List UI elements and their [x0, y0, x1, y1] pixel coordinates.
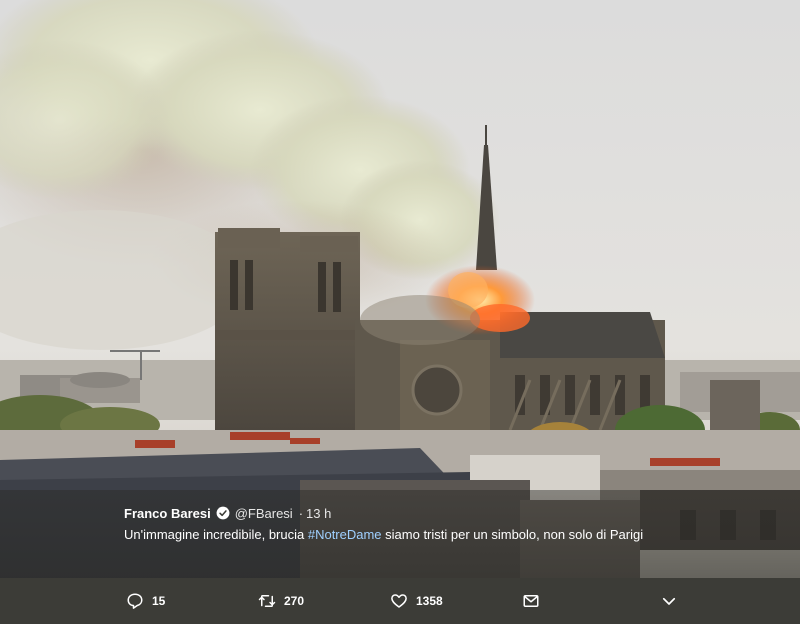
heart-icon	[391, 594, 407, 608]
reply-count: 15	[152, 594, 166, 608]
more-options-button[interactable]	[660, 591, 686, 611]
like-button[interactable]: 1358	[390, 591, 443, 611]
reply-button[interactable]: 15	[126, 591, 165, 611]
tweet-timestamp[interactable]: 13 h	[306, 506, 331, 521]
chevron-down-icon	[662, 597, 676, 605]
envelope-icon	[523, 595, 539, 607]
verified-badge-icon	[216, 506, 230, 520]
direct-message-button[interactable]	[522, 591, 548, 611]
tweet-text-part2: siamo tristi per un simbolo, non solo di…	[381, 527, 644, 542]
author-handle[interactable]: @FBaresi	[235, 506, 293, 521]
tweet-header: Franco Baresi @FBaresi · 13 h	[124, 504, 331, 522]
tweet-action-bar: 15 270 1358	[0, 578, 800, 624]
retweet-count: 270	[284, 594, 305, 608]
header-separator: ·	[298, 505, 304, 521]
reply-icon	[127, 593, 143, 609]
retweet-icon	[258, 595, 276, 607]
tweet-text-part1: Un'immagine incredibile, brucia	[124, 527, 308, 542]
like-count: 1358	[416, 594, 443, 608]
author-name[interactable]: Franco Baresi	[124, 506, 211, 521]
hashtag-link[interactable]: #NotreDame	[308, 527, 382, 542]
tweet-text: Un'immagine incredibile, brucia #NotreDa…	[124, 525, 654, 545]
retweet-button[interactable]: 270	[258, 591, 304, 611]
